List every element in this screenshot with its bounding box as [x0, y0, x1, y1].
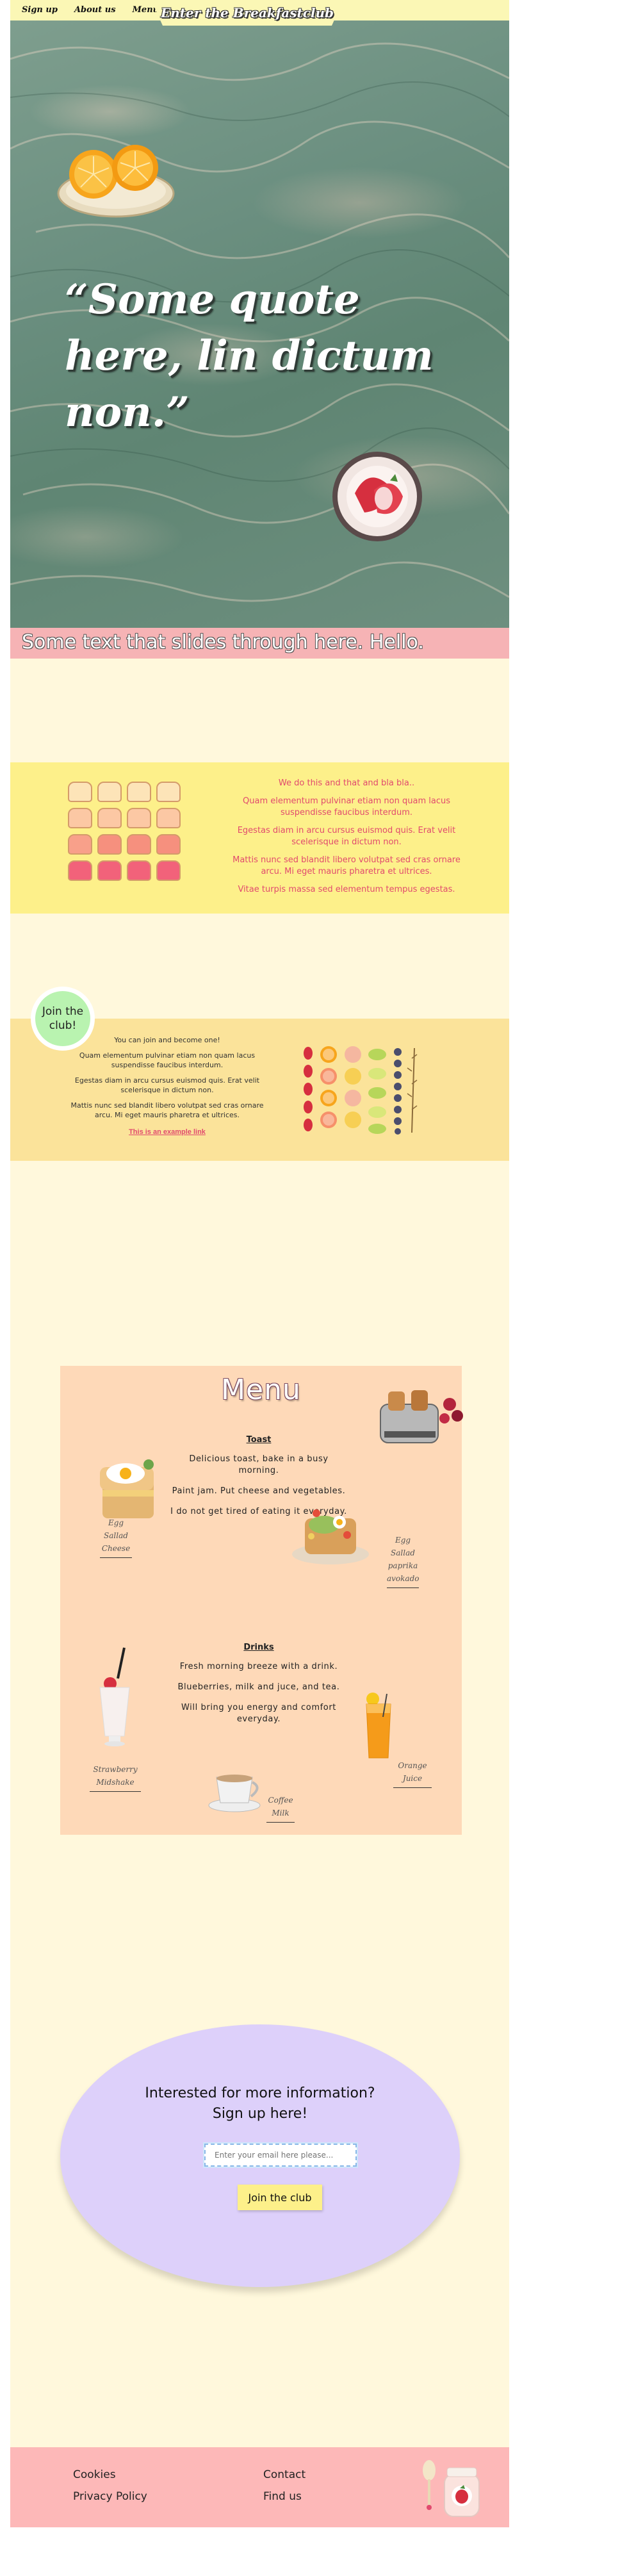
toast-icon	[68, 808, 92, 828]
toast-icon	[156, 860, 181, 881]
footer-link-cookies[interactable]: Cookies	[73, 2464, 147, 2486]
feature-line: Mattis nunc sed blandit libero volutpat …	[232, 855, 461, 876]
join-club-badge-label: Join the club!	[35, 991, 90, 1046]
toast-icon	[97, 834, 122, 855]
strawberries-bowl-image	[332, 452, 422, 541]
signup-title: Interested for more information? Sign up…	[60, 2083, 460, 2124]
join-text: You can join and become one! Quam elemen…	[61, 1035, 273, 1137]
brand-tab: Enter the Breakfastclub	[151, 0, 343, 26]
footer-col-contact: Contact Find us	[263, 2464, 306, 2507]
footer-link-contact[interactable]: Contact	[263, 2464, 306, 2486]
signup-section: Interested for more information? Sign up…	[60, 2024, 460, 2287]
footer-link-privacy-policy[interactable]: Privacy Policy	[73, 2486, 147, 2507]
drinks-heading: Drinks	[243, 1643, 274, 1652]
feature-line: Egestas diam in arcu cursus euismod quis…	[237, 826, 456, 847]
marquee-text: Some text that slides through here. Hell…	[22, 631, 424, 653]
drinks-line: Fresh morning breeze with a drink.	[179, 1662, 338, 1671]
toast-heading: Toast	[246, 1435, 272, 1445]
caption-coffee-milk: Coffee Milk	[266, 1794, 295, 1823]
caption-orange-juice: Orange Juice	[393, 1759, 432, 1788]
example-link[interactable]: This is an example link	[129, 1128, 206, 1136]
brand-title[interactable]: Enter the Breakfastclub	[151, 5, 343, 21]
toast-icon	[127, 782, 151, 802]
feature-line: We do this and that and bla bla..	[278, 778, 415, 788]
toast-icon	[127, 834, 151, 855]
drinks-line: Will bring you energy and comfort everyd…	[181, 1703, 336, 1724]
drinks-section: Drinks Fresh morning breeze with a drink…	[169, 1643, 348, 1734]
drinks-line: Blueberries, milk and juce, and tea.	[177, 1682, 340, 1692]
join-line: You can join and become one!	[114, 1036, 220, 1044]
oranges-on-plate-image	[57, 145, 175, 218]
toast-icon	[156, 808, 181, 828]
footer: Cookies Privacy Policy Contact Find us	[10, 2447, 509, 2527]
nav-links: Sign up About us Menu	[22, 5, 159, 15]
toast-icon	[127, 808, 151, 828]
join-line: Egestas diam in arcu cursus euismod quis…	[74, 1076, 260, 1094]
page: Sign up About us Menu “Some quote here, …	[10, 0, 509, 2527]
toast-line: Delicious toast, bake in a busy morning.	[189, 1454, 329, 1475]
nav-link-about-us[interactable]: About us	[74, 5, 116, 15]
join-line: Quam elementum pulvinar etiam non quam l…	[79, 1051, 256, 1069]
strawberry-column	[304, 1047, 313, 1131]
marquee-banner: Some text that slides through here. Hell…	[10, 628, 509, 659]
join-line: Mattis nunc sed blandit libero volutpat …	[70, 1101, 264, 1119]
jam-jar-icon	[423, 2460, 480, 2517]
orange-juice-image	[366, 1693, 391, 1759]
toast-icon	[68, 782, 92, 802]
coffee-cup-image	[208, 1775, 261, 1812]
feature-line: Quam elementum pulvinar etiam non quam l…	[243, 796, 450, 817]
hero-quote: “Some quote here, lin dictum non.”	[65, 275, 434, 436]
toast-icon	[97, 782, 122, 802]
toast-icon	[97, 860, 122, 881]
nav-link-sign-up[interactable]: Sign up	[22, 5, 58, 15]
feature-section: We do this and that and bla bla.. Quam e…	[10, 762, 509, 914]
footer-link-find-us[interactable]: Find us	[263, 2486, 306, 2507]
fruit-rows-illustration	[304, 1046, 418, 1135]
toaster-image	[380, 1390, 463, 1443]
toast-icon	[68, 860, 92, 881]
hero: “Some quote here, lin dictum non.”	[10, 21, 509, 628]
toast-grid-illustration	[68, 782, 182, 881]
toast-icon	[97, 808, 122, 828]
caption-strawberry-midshake: Strawberry Midshake	[90, 1763, 141, 1792]
toast-icon	[156, 834, 181, 855]
toast-icon	[156, 782, 181, 802]
signup-title-line2: Sign up here!	[212, 2106, 308, 2122]
feature-text: We do this and that and bla bla.. Quam e…	[222, 778, 471, 902]
avocado-toast-image	[292, 1509, 369, 1564]
menu-card: Menu Toast Delicious toast, bake in a bu…	[60, 1366, 463, 1835]
strawberry-milkshake-image	[99, 1647, 130, 1746]
join-club-badge[interactable]: Join the club!	[31, 987, 95, 1051]
caption-egg-sallad-cheese: Egg Sallad Cheese	[100, 1516, 132, 1558]
signup-title-line1: Interested for more information?	[145, 2085, 375, 2101]
toast-icon	[68, 834, 92, 855]
email-input[interactable]	[203, 2142, 358, 2168]
join-club-button[interactable]: Join the club	[238, 2185, 322, 2210]
toast-icon	[127, 860, 151, 881]
caption-egg-sallad-paprika-avokado: Egg Sallad paprika avokado	[387, 1534, 420, 1588]
feature-line: Vitae turpis massa sed elementum tempus …	[238, 885, 455, 894]
egg-toast-image	[100, 1459, 154, 1518]
footer-col-legal: Cookies Privacy Policy	[73, 2464, 147, 2507]
